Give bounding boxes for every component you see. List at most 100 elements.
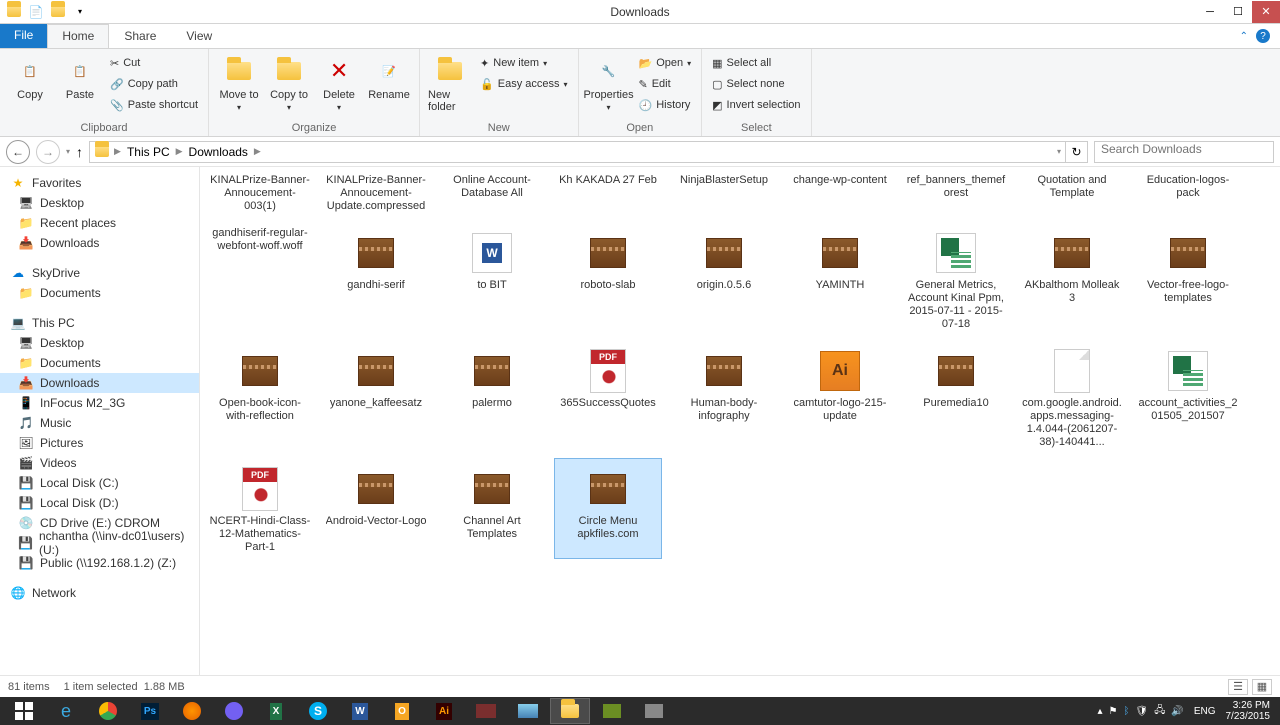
- delete-button[interactable]: ✕Delete▾: [317, 53, 361, 112]
- taskbar-outlook[interactable]: O: [382, 698, 422, 724]
- properties-button[interactable]: 🔧Properties▾: [587, 53, 631, 112]
- tray-bt-icon[interactable]: ᛒ: [1124, 706, 1130, 717]
- sidebar-item-desktop[interactable]: 🖥Desktop: [0, 193, 199, 213]
- edit-button[interactable]: ✎Edit: [637, 74, 694, 94]
- file-item[interactable]: Vector-free-logo-templates: [1134, 222, 1242, 336]
- close-button[interactable]: ✕: [1252, 1, 1280, 23]
- file-item[interactable]: General Metrics, Account Kinal Ppm, 2015…: [902, 222, 1010, 336]
- new-folder-button[interactable]: New folder: [428, 53, 472, 113]
- file-item[interactable]: palermo: [438, 340, 546, 454]
- file-item[interactable]: KINALPrize-Banner-Annoucement-003(1): [206, 169, 314, 218]
- tray-network-icon[interactable]: 🖧: [1154, 703, 1165, 720]
- tab-home[interactable]: Home: [47, 24, 109, 48]
- invert-selection-button[interactable]: ◩Invert selection: [710, 95, 802, 115]
- sidebar-network[interactable]: 🌐Network: [0, 583, 199, 603]
- taskbar-app1[interactable]: [466, 698, 506, 724]
- file-item[interactable]: Kh KAKADA 27 Feb: [554, 169, 662, 218]
- taskbar-illustrator[interactable]: Ai: [424, 698, 464, 724]
- file-item[interactable]: ref_banners_themeforest: [902, 169, 1010, 218]
- sidebar-item-pictures[interactable]: 🖼Pictures: [0, 433, 199, 453]
- file-item[interactable]: change-wp-content: [786, 169, 894, 218]
- taskbar-app3[interactable]: [634, 698, 674, 724]
- chevron-right-icon[interactable]: ▶: [176, 146, 183, 157]
- file-item[interactable]: KINALPrize-Banner-Annoucement-Update.com…: [322, 169, 430, 218]
- taskbar-word[interactable]: W: [340, 698, 380, 724]
- file-item[interactable]: NinjaBlasterSetup: [670, 169, 778, 218]
- tab-share[interactable]: Share: [109, 24, 171, 48]
- file-item[interactable]: Aicamtutor-logo-215-update: [786, 340, 894, 454]
- details-view-button[interactable]: ☰: [1228, 679, 1248, 695]
- ribbon-help[interactable]: ⌃?: [1230, 24, 1280, 48]
- file-item[interactable]: AKbalthom Molleak 3: [1018, 222, 1126, 336]
- file-item[interactable]: Wto BIT: [438, 222, 546, 336]
- file-item[interactable]: account_activities_201505_201507: [1134, 340, 1242, 454]
- forward-button[interactable]: →: [36, 140, 60, 164]
- file-item[interactable]: Online Account-Database All: [438, 169, 546, 218]
- easy-access-button[interactable]: 🔓Easy access▾: [478, 74, 569, 94]
- chevron-right-icon[interactable]: ▶: [254, 146, 261, 157]
- file-item[interactable]: Human-body-infography: [670, 340, 778, 454]
- select-all-button[interactable]: ▦Select all: [710, 53, 802, 73]
- sidebar-item-recent[interactable]: 📁Recent places: [0, 213, 199, 233]
- file-item[interactable]: Channel Art Templates: [438, 458, 546, 559]
- rename-button[interactable]: 📝Rename: [367, 53, 411, 101]
- copy-path-button[interactable]: 🔗Copy path: [108, 74, 200, 94]
- new-item-button[interactable]: ✦New item▾: [478, 53, 569, 73]
- crumb-thispc[interactable]: This PC: [125, 145, 172, 159]
- sidebar-item-videos[interactable]: 🎬Videos: [0, 453, 199, 473]
- sidebar-item-pc-downloads[interactable]: 📥Downloads: [0, 373, 199, 393]
- tray-time[interactable]: 3:26 PM: [1233, 700, 1270, 711]
- file-item[interactable]: yanone_kaffeesatz: [322, 340, 430, 454]
- file-item[interactable]: Android-Vector-Logo: [322, 458, 430, 559]
- start-button[interactable]: [4, 698, 44, 724]
- move-to-button[interactable]: Move to▾: [217, 53, 261, 112]
- copy-button[interactable]: 📋Copy: [8, 53, 52, 101]
- sidebar-item-music[interactable]: 🎵Music: [0, 413, 199, 433]
- sidebar-item-net-u[interactable]: 💾nchantha (\\inv-dc01\users) (U:): [0, 533, 199, 553]
- icons-view-button[interactable]: ▦: [1252, 679, 1272, 695]
- file-item[interactable]: Quotation and Template: [1018, 169, 1126, 218]
- taskbar-skype[interactable]: S: [298, 698, 338, 724]
- file-list[interactable]: KINALPrize-Banner-Annoucement-003(1)KINA…: [200, 167, 1280, 675]
- new-doc-icon[interactable]: 📄: [28, 4, 44, 20]
- folder-icon[interactable]: [6, 4, 22, 20]
- file-item[interactable]: Open-book-icon-with-reflection: [206, 340, 314, 454]
- taskbar-photoshop[interactable]: Ps: [130, 698, 170, 724]
- taskbar-firefox[interactable]: [172, 698, 212, 724]
- select-none-button[interactable]: ▢Select none: [710, 74, 802, 94]
- file-item[interactable]: origin.0.5.6: [670, 222, 778, 336]
- help-icon[interactable]: ?: [1256, 29, 1270, 43]
- taskbar-photos[interactable]: [508, 698, 548, 724]
- sidebar-skydrive[interactable]: ☁SkyDrive: [0, 263, 199, 283]
- paste-shortcut-button[interactable]: 📎Paste shortcut: [108, 95, 200, 115]
- search-box[interactable]: [1094, 141, 1274, 163]
- sidebar-item-infocus[interactable]: 📱InFocus M2_3G: [0, 393, 199, 413]
- file-item[interactable]: gandhi-serif: [322, 222, 430, 336]
- maximize-button[interactable]: ☐: [1224, 1, 1252, 23]
- taskbar-ie[interactable]: e: [46, 698, 86, 724]
- sidebar-item-pc-desktop[interactable]: 🖥Desktop: [0, 333, 199, 353]
- copy-to-button[interactable]: Copy to▾: [267, 53, 311, 112]
- minimize-button[interactable]: ─: [1196, 1, 1224, 23]
- tray-date[interactable]: 7/23/2015: [1226, 711, 1271, 722]
- file-item[interactable]: YAMINTH: [786, 222, 894, 336]
- up-button[interactable]: ↑: [76, 144, 83, 160]
- file-item[interactable]: gandhiserif-regular-webfont-woff.woff: [206, 222, 314, 336]
- file-item[interactable]: Education-logos-pack: [1134, 169, 1242, 218]
- paste-button[interactable]: 📋Paste: [58, 53, 102, 101]
- taskbar-viber[interactable]: [214, 698, 254, 724]
- file-item[interactable]: 365SuccessQuotes: [554, 340, 662, 454]
- history-button[interactable]: 🕘History: [637, 95, 694, 115]
- sidebar-item-disk-d[interactable]: 💾Local Disk (D:): [0, 493, 199, 513]
- chevron-down-icon[interactable]: ▾: [1057, 147, 1061, 156]
- file-item[interactable]: com.google.android.apps.messaging-1.4.04…: [1018, 340, 1126, 454]
- file-item[interactable]: Circle Menu apkfiles.com: [554, 458, 662, 559]
- qat-dropdown-icon[interactable]: ▾: [72, 4, 88, 20]
- tray-flag-icon[interactable]: ⚑: [1109, 706, 1118, 717]
- crumb-downloads[interactable]: Downloads: [187, 145, 250, 159]
- refresh-button[interactable]: ↻: [1066, 141, 1088, 163]
- file-tab[interactable]: File: [0, 24, 47, 48]
- tray-volume-icon[interactable]: 🔊: [1171, 706, 1183, 717]
- recent-dropdown-icon[interactable]: ▾: [66, 147, 70, 156]
- tray-shield-icon[interactable]: 🛡: [1136, 706, 1149, 717]
